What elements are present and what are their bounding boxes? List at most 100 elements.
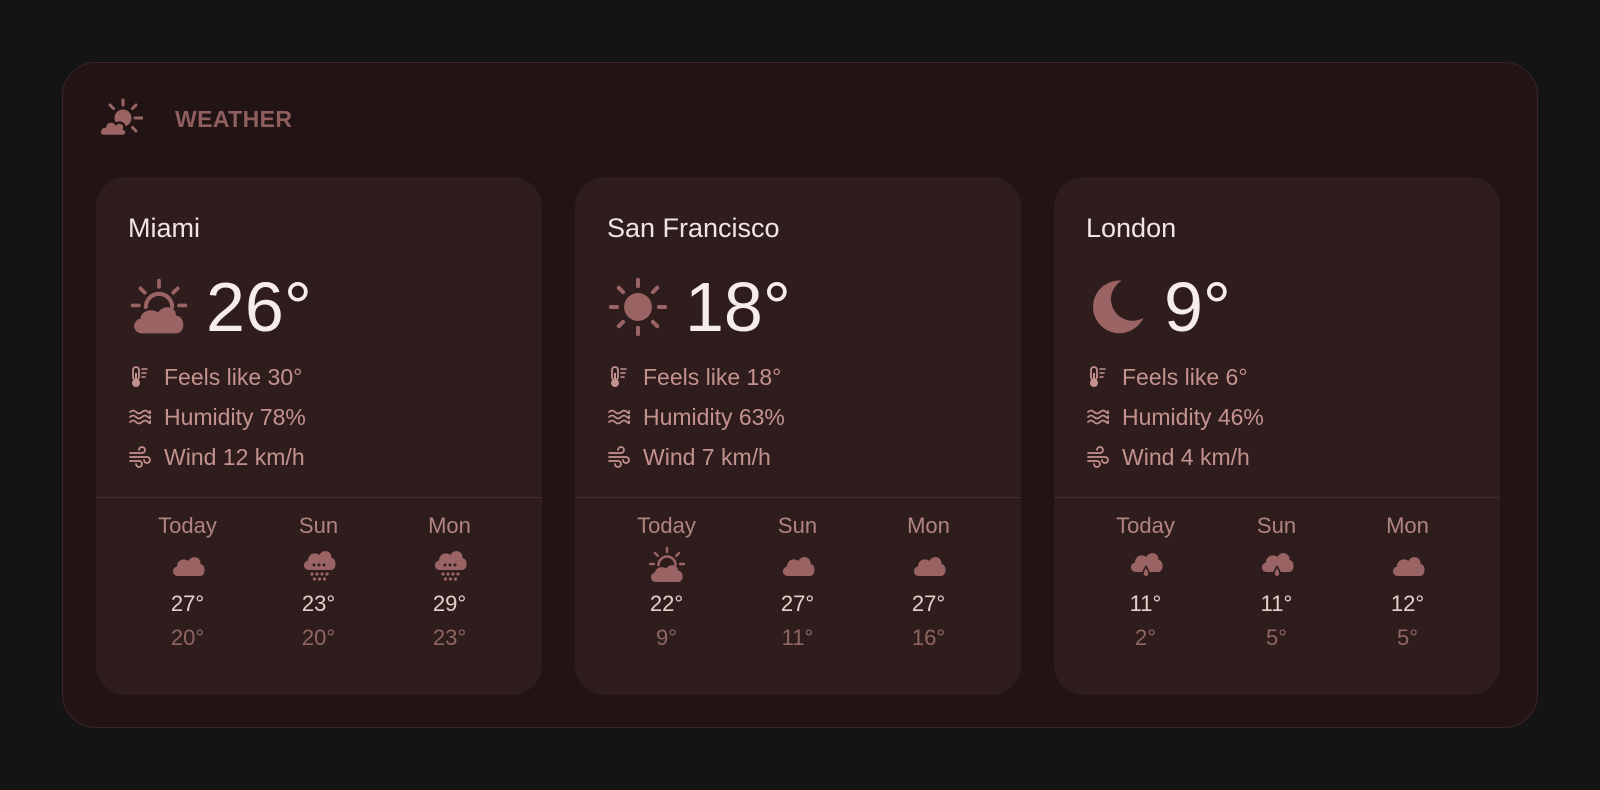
cloud-rain-icon [299, 545, 339, 585]
city-card-london[interactable]: London 9° Feels like 6° Humidity 46% Win… [1054, 177, 1500, 695]
high-temp: 11° [1260, 591, 1293, 616]
cloud-icon [778, 545, 818, 585]
city-name: London [1086, 213, 1177, 243]
high-temp: 22° [649, 591, 684, 616]
wind-icon [1086, 445, 1110, 469]
moon-icon [1086, 276, 1148, 338]
low-temp: 11° [781, 625, 814, 650]
feels-like-text: Feels like 18° [643, 363, 782, 390]
city-name: San Francisco [607, 213, 780, 243]
city-cards: Miami 26° Feels like 30° Humidity 78% Wi… [96, 177, 1500, 695]
low-temp: 9° [655, 625, 678, 650]
day-label: Today [637, 513, 696, 538]
forecast-day: Today 11° 2° [1080, 509, 1211, 653]
divider [96, 497, 542, 498]
day-label: Today [1116, 513, 1175, 538]
low-temp: 2° [1134, 625, 1157, 650]
humidity-text: Humidity 46% [1122, 403, 1264, 430]
day-label: Mon [428, 513, 471, 538]
widget-title: WEATHER [175, 105, 293, 132]
low-temp: 20° [301, 625, 336, 650]
city-name: Miami [128, 213, 200, 243]
day-label: Mon [907, 513, 950, 538]
forecast-day: Today 27° 20° [122, 509, 253, 653]
humidity-row: Humidity 46% [1086, 397, 1264, 437]
feels-like-row: Feels like 6° [1086, 357, 1264, 397]
current-conditions: 9° [1086, 269, 1231, 345]
wind-row: Wind 4 km/h [1086, 437, 1264, 477]
cloud-rain-icon [430, 545, 470, 585]
forecast-day: Sun 11° 5° [1211, 509, 1342, 653]
low-temp: 23° [432, 625, 467, 650]
current-temperature: 26° [206, 268, 312, 346]
low-temp: 20° [170, 625, 205, 650]
forecast-day: Mon 29° 23° [384, 509, 515, 653]
waves-icon [128, 405, 152, 429]
widget-header: WEATHER [99, 97, 292, 141]
wind-text: Wind 7 km/h [643, 443, 771, 470]
feels-like-row: Feels like 18° [607, 357, 785, 397]
wind-row: Wind 12 km/h [128, 437, 306, 477]
day-label: Sun [777, 513, 818, 538]
waves-icon [607, 405, 631, 429]
feels-like-text: Feels like 6° [1122, 363, 1248, 390]
cloud-drizzle-icon [1126, 545, 1166, 585]
forecast-row: Today 27° 20° Sun 23° 20° Mon 29° 23° [122, 509, 515, 653]
high-temp: 12° [1390, 591, 1425, 616]
high-temp: 27° [780, 591, 815, 616]
humidity-row: Humidity 63% [607, 397, 785, 437]
wind-text: Wind 12 km/h [164, 443, 305, 470]
forecast-row: Today 11° 2° Sun 11° 5° Mon 12° 5° [1080, 509, 1473, 653]
weather-details: Feels like 6° Humidity 46% Wind 4 km/h [1086, 357, 1264, 477]
high-temp: 23° [301, 591, 336, 616]
divider [1054, 497, 1500, 498]
wind-icon [607, 445, 631, 469]
cloud-icon [1388, 545, 1428, 585]
high-temp: 27° [911, 591, 946, 616]
day-label: Sun [298, 513, 339, 538]
city-card-miami[interactable]: Miami 26° Feels like 30° Humidity 78% Wi… [96, 177, 542, 695]
high-temp: 11° [1129, 591, 1162, 616]
feels-like-text: Feels like 30° [164, 363, 303, 390]
day-label: Today [158, 513, 217, 538]
sun-icon [607, 276, 669, 338]
wind-row: Wind 7 km/h [607, 437, 785, 477]
city-card-san-francisco[interactable]: San Francisco 18° Feels like 18° Humidit… [575, 177, 1021, 695]
humidity-row: Humidity 78% [128, 397, 306, 437]
humidity-text: Humidity 78% [164, 403, 306, 430]
sun-cloud-icon [99, 98, 143, 138]
weather-widget: WEATHER Miami 26° Feels like 30° Humidit… [62, 62, 1538, 728]
thermometer-icon [1086, 365, 1110, 389]
current-temperature: 18° [685, 268, 791, 346]
cloud-icon [909, 545, 949, 585]
feels-like-row: Feels like 30° [128, 357, 306, 397]
current-conditions: 26° [128, 269, 312, 345]
divider [575, 497, 1021, 498]
wind-text: Wind 4 km/h [1122, 443, 1250, 470]
partly-cloudy-day-icon [647, 545, 687, 585]
high-temp: 29° [432, 591, 467, 616]
current-temperature: 9° [1164, 268, 1231, 346]
forecast-day: Today 22° 9° [601, 509, 732, 653]
low-temp: 16° [911, 625, 946, 650]
weather-details: Feels like 18° Humidity 63% Wind 7 km/h [607, 357, 785, 477]
forecast-day: Sun 23° 20° [253, 509, 384, 653]
thermometer-icon [128, 365, 152, 389]
cloud-icon [168, 545, 208, 585]
weather-details: Feels like 30° Humidity 78% Wind 12 km/h [128, 357, 306, 477]
current-conditions: 18° [607, 269, 791, 345]
low-temp: 5° [1265, 625, 1288, 650]
partly-cloudy-day-icon [128, 276, 190, 338]
low-temp: 5° [1396, 625, 1419, 650]
humidity-text: Humidity 63% [643, 403, 785, 430]
day-label: Sun [1256, 513, 1297, 538]
thermometer-icon [607, 365, 631, 389]
cloud-drizzle-icon [1257, 545, 1297, 585]
day-label: Mon [1386, 513, 1429, 538]
high-temp: 27° [170, 591, 205, 616]
forecast-day: Mon 12° 5° [1342, 509, 1473, 653]
forecast-row: Today 22° 9° Sun 27° 11° Mon 27° 16° [601, 509, 994, 653]
forecast-day: Sun 27° 11° [732, 509, 863, 653]
wind-icon [128, 445, 152, 469]
forecast-day: Mon 27° 16° [863, 509, 994, 653]
